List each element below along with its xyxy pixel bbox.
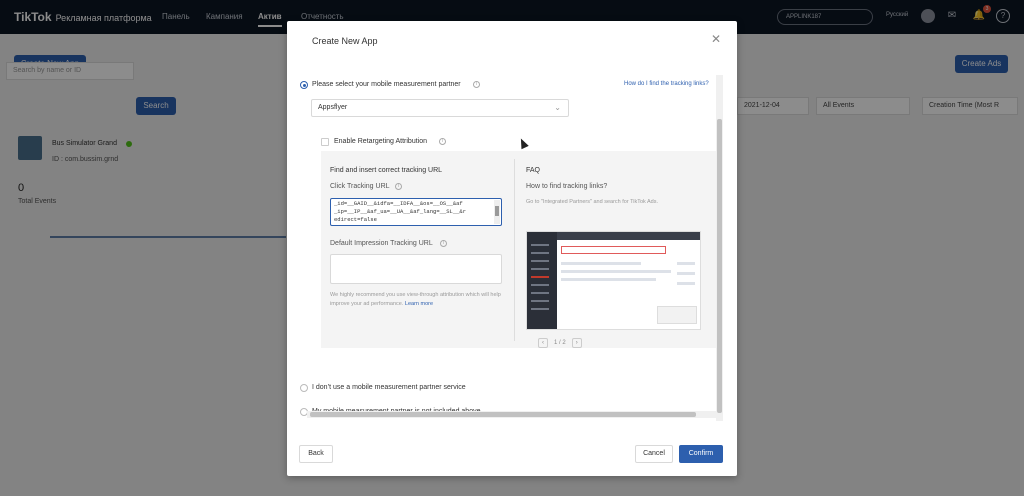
radio-no-partner[interactable] [300,384,308,392]
info-icon[interactable]: i [473,81,480,88]
panel-divider [514,159,515,341]
info-icon[interactable]: i [395,183,402,190]
modal-scroll-area[interactable]: Please select your mobile measurement pa… [287,71,727,431]
screenshot-card [657,306,697,324]
faq-pager: ‹ 1 / 2 › [532,338,588,348]
pager-text: 1 / 2 [554,340,566,346]
partner-select[interactable]: Appsflyer ⌄ [311,99,569,117]
faq-question: How to find tracking links? [526,183,608,190]
chevron-down-icon: ⌄ [554,103,561,112]
option-no-partner-label: I don’t use a mobile measurement partner… [312,384,466,391]
modal-title: Create New App [312,36,378,46]
horizontal-scrollbar[interactable] [307,411,721,418]
cancel-button[interactable]: Cancel [635,445,673,463]
url-line: edirect=false [334,216,377,223]
screenshot-row [677,272,695,275]
url-line: _id=__GAID__&idfa=__IDFA__&os=__OS__&af [334,200,463,207]
screenshot-row [561,278,656,281]
pager-prev-button[interactable]: ‹ [538,338,548,348]
impression-tracking-label: Default Impression Tracking URL [330,240,433,247]
screenshot-header [557,232,700,240]
faq-answer: Go to "Integrated Partners" and search f… [526,199,658,205]
screenshot-row [561,270,671,273]
click-tracking-label: Click Tracking URL [330,183,390,190]
vertical-scrollbar[interactable] [716,75,723,421]
confirm-button[interactable]: Confirm [679,445,723,463]
impression-tracking-url-input[interactable] [330,254,502,284]
option-select-partner-label: Please select your mobile measurement pa… [312,81,461,88]
faq-title: FAQ [526,167,541,174]
screenshot-sidebar [527,232,557,329]
info-icon[interactable]: i [439,138,446,145]
back-button[interactable]: Back [299,445,333,463]
horizontal-scroll-thumb[interactable] [310,412,696,417]
view-through-note: We highly recommend you use view-through… [330,291,510,309]
tracking-section-title: Find and insert correct tracking URL [330,167,443,174]
screenshot-search-field [561,246,666,254]
tracking-help-link[interactable]: How do I find the tracking links? [624,81,709,87]
faq-screenshot [526,231,701,330]
radio-select-partner[interactable] [300,81,308,89]
screenshot-row [677,282,695,285]
screenshot-row [677,262,695,265]
url-line: _ip=__IP__&af_ua=__UA__&af_lang=__SL__&r [334,208,467,215]
screenshot-row [561,262,641,265]
partner-value: Appsflyer [318,104,348,111]
close-icon[interactable]: ✕ [711,33,721,45]
retargeting-checkbox[interactable] [321,138,329,146]
click-tracking-url-input[interactable]: _id=__GAID__&idfa=__IDFA__&os=__OS__&af … [330,198,502,226]
vertical-scroll-thumb[interactable] [717,119,722,413]
textarea-scrollbar[interactable] [494,200,500,224]
pager-next-button[interactable]: › [571,338,582,348]
learn-more-link[interactable]: Learn more [405,301,433,307]
create-new-app-modal: Create New App ✕ Please select your mobi… [287,21,737,476]
retargeting-label: Enable Retargeting Attribution [334,138,428,145]
info-icon[interactable]: i [440,240,447,247]
